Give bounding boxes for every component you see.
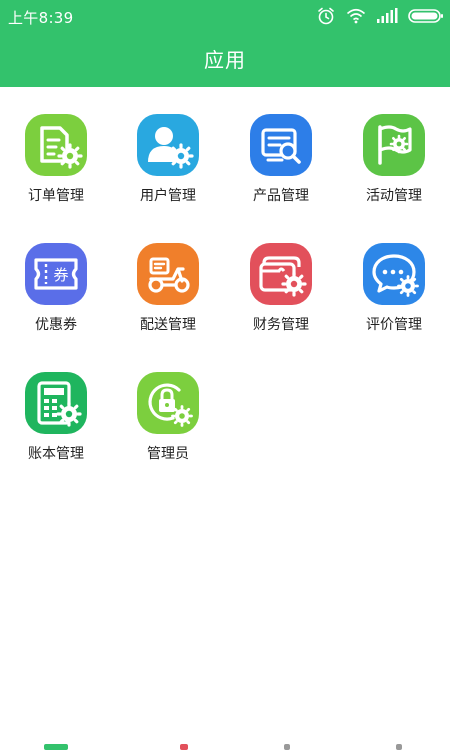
tab-hint-gray-2 — [396, 744, 402, 750]
app-label: 产品管理 — [253, 188, 309, 204]
app-item-user-management[interactable]: 用户管理 — [112, 87, 224, 204]
ledger-calculator-gear-icon — [25, 372, 87, 434]
signal-icon — [376, 8, 398, 24]
coupon-ticket-icon: 券 — [25, 243, 87, 305]
app-label: 优惠券 — [35, 317, 77, 333]
admin-lock-gear-icon — [137, 372, 199, 434]
product-search-icon — [250, 114, 312, 176]
delivery-scooter-icon — [137, 243, 199, 305]
app-label: 财务管理 — [253, 317, 309, 333]
tab-hint-red — [180, 744, 188, 750]
battery-icon — [408, 8, 444, 24]
app-label: 管理员 — [147, 446, 189, 462]
status-time: 上午8:39 — [8, 9, 74, 27]
user-gear-icon — [137, 114, 199, 176]
bottom-tab-bar-edge — [0, 744, 450, 750]
status-bar: 上午8:39 — [0, 0, 450, 32]
app-item-delivery-management[interactable]: 配送管理 — [112, 216, 224, 333]
app-header: 上午8:39 应用 — [0, 0, 450, 87]
tab-hint-green — [44, 744, 68, 750]
chat-bubble-gear-icon — [363, 243, 425, 305]
app-item-administrator[interactable]: 管理员 — [112, 345, 224, 462]
status-icons — [316, 5, 444, 27]
page-title: 应用 — [204, 48, 246, 72]
coupon-ticket-text: 券 — [53, 266, 68, 284]
wallet-gear-icon — [250, 243, 312, 305]
app-item-activity-management[interactable]: 活动管理 — [338, 87, 450, 204]
app-label: 订单管理 — [28, 188, 84, 204]
app-item-ledger-management[interactable]: 账本管理 — [0, 345, 112, 462]
app-item-product-management[interactable]: 产品管理 — [225, 87, 337, 204]
app-label: 评价管理 — [366, 317, 422, 333]
app-label: 账本管理 — [28, 446, 84, 462]
app-label: 用户管理 — [140, 188, 196, 204]
app-label: 活动管理 — [366, 188, 422, 204]
app-item-coupon[interactable]: 券 优惠券 — [0, 216, 112, 333]
app-label: 配送管理 — [140, 317, 196, 333]
tab-hint-gray — [284, 744, 290, 750]
app-item-order-management[interactable]: 订单管理 — [0, 87, 112, 204]
alarm-icon — [316, 6, 336, 26]
wifi-icon — [346, 7, 366, 25]
app-item-review-management[interactable]: 评价管理 — [338, 216, 450, 333]
order-document-gear-icon — [25, 114, 87, 176]
app-item-finance-management[interactable]: 财务管理 — [225, 216, 337, 333]
flag-gear-icon — [363, 114, 425, 176]
